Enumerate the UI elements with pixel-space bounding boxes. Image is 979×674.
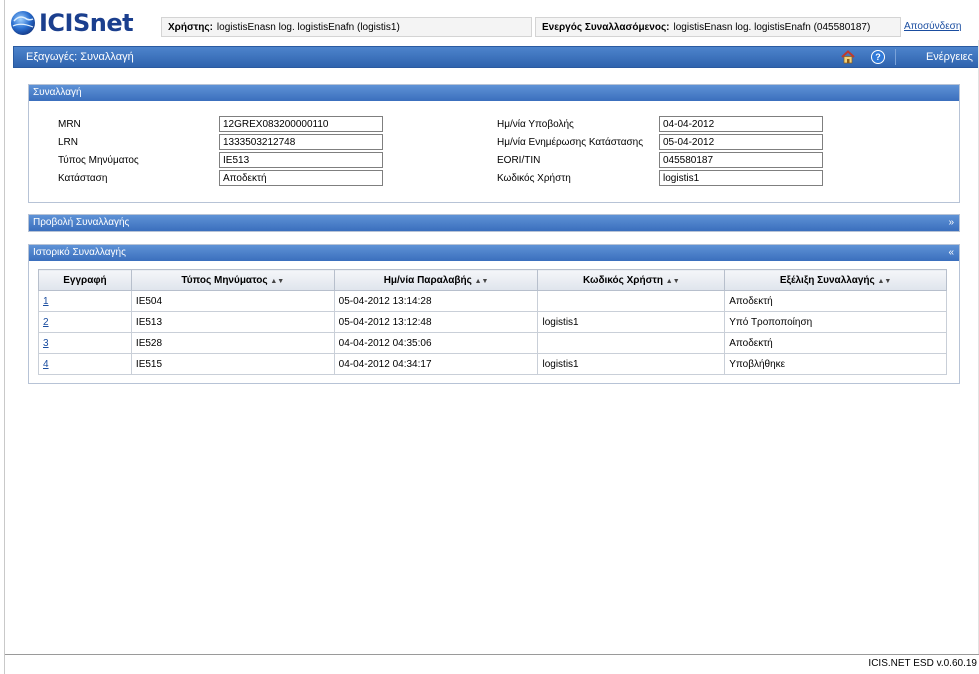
message-type-cell: IE504 bbox=[130, 290, 335, 312]
view-transaction-panel-header[interactable]: Προβολή Συναλλαγής » bbox=[29, 215, 959, 231]
status-cell: Υποβλήθηκε bbox=[724, 353, 947, 375]
active-trader-info: Ενεργός Συναλλασόμενος: logistisEnasn lo… bbox=[535, 17, 901, 37]
table-row: 4 IE515 04-04-2012 04:34:17 logistis1 Υπ… bbox=[38, 353, 947, 375]
sort-icon[interactable]: ▲▼ bbox=[270, 278, 284, 285]
status-label: Κατάσταση bbox=[58, 173, 108, 184]
record-link[interactable]: 4 bbox=[43, 359, 49, 370]
col-receive-date[interactable]: Ημ/νία Παραλαβής ▲▼ bbox=[333, 269, 539, 291]
col-transaction-status[interactable]: Εξέλιξη Συναλλαγής ▲▼ bbox=[724, 269, 947, 291]
header: ICISnet Χρήστης: logistisEnasn log. logi… bbox=[5, 0, 979, 42]
record-link[interactable]: 3 bbox=[43, 338, 49, 349]
home-icon[interactable] bbox=[841, 50, 855, 64]
record-cell: 4 bbox=[38, 353, 132, 375]
collapse-icon[interactable]: « bbox=[948, 245, 954, 261]
record-link[interactable]: 1 bbox=[43, 296, 49, 307]
col-record: Εγγραφή bbox=[38, 269, 132, 291]
history-panel-title: Ιστορικό Συναλλαγής bbox=[33, 247, 126, 258]
active-trader-label: Ενεργός Συναλλασόμενος: bbox=[542, 21, 670, 33]
update-date-field[interactable] bbox=[659, 134, 823, 150]
submit-date-field[interactable] bbox=[659, 116, 823, 132]
app-frame: ICISnet Χρήστης: logistisEnasn log. logi… bbox=[4, 0, 979, 674]
navbar-divider bbox=[895, 49, 896, 65]
table-row: 1 IE504 05-04-2012 13:14:28 Αποδεκτή bbox=[38, 290, 947, 312]
logout-link[interactable]: Αποσύνδεση bbox=[904, 21, 961, 32]
submit-date-label: Ημ/νία Υποβολής bbox=[497, 119, 574, 130]
user-value: logistisEnasn log. logistisEnafn (logist… bbox=[216, 21, 400, 33]
user-label: Χρήστης: bbox=[168, 21, 213, 33]
eori-label: EORI/TIN bbox=[497, 155, 541, 166]
mrn-field[interactable] bbox=[219, 116, 383, 132]
table-row: 2 IE513 05-04-2012 13:12:48 logistis1 Υπ… bbox=[38, 311, 947, 333]
transaction-panel: Συναλλαγή MRN LRN Τύπος Μηνύματος Κατάστ… bbox=[28, 84, 960, 203]
message-type-cell: IE515 bbox=[130, 353, 335, 375]
footer-divider bbox=[5, 654, 979, 655]
receive-date-cell: 04-04-2012 04:35:06 bbox=[333, 332, 539, 354]
version-label: ICIS.NET ESD v.0.60.19 bbox=[868, 658, 977, 669]
record-cell: 3 bbox=[38, 332, 132, 354]
user-code-field[interactable] bbox=[659, 170, 823, 186]
actions-menu[interactable]: Ενέργειες bbox=[926, 51, 973, 63]
record-link[interactable]: 2 bbox=[43, 317, 49, 328]
update-date-label: Ημ/νία Ενημέρωσης Κατάστασης bbox=[497, 137, 644, 148]
lrn-field[interactable] bbox=[219, 134, 383, 150]
lrn-label: LRN bbox=[58, 137, 79, 148]
eori-field[interactable] bbox=[659, 152, 823, 168]
logo: ICISnet bbox=[9, 8, 134, 38]
expand-icon[interactable]: » bbox=[948, 215, 954, 231]
view-transaction-panel-title: Προβολή Συναλλαγής bbox=[33, 217, 130, 228]
message-type-cell: IE528 bbox=[130, 332, 335, 354]
sort-icon[interactable]: ▲▼ bbox=[475, 278, 489, 285]
user-code-cell bbox=[537, 332, 726, 354]
col-message-type[interactable]: Τύπος Μηνύματος ▲▼ bbox=[130, 269, 335, 291]
status-field[interactable] bbox=[219, 170, 383, 186]
user-info: Χρήστης: logistisEnasn log. logistisEnaf… bbox=[161, 17, 532, 37]
record-cell: 1 bbox=[38, 290, 132, 312]
history-panel-header[interactable]: Ιστορικό Συναλλαγής « bbox=[29, 245, 959, 261]
user-code-cell: logistis1 bbox=[537, 353, 726, 375]
history-table-header: Εγγραφή Τύπος Μηνύματος ▲▼ Ημ/νία Παραλα… bbox=[38, 269, 947, 291]
message-type-cell: IE513 bbox=[130, 311, 335, 333]
status-cell: Υπό Τροποποίηση bbox=[724, 311, 947, 333]
history-table: Εγγραφή Τύπος Μηνύματος ▲▼ Ημ/νία Παραλα… bbox=[38, 269, 947, 375]
user-code-label: Κωδικός Χρήστη bbox=[497, 173, 571, 184]
user-code-cell: logistis1 bbox=[537, 311, 726, 333]
status-cell: Αποδεκτή bbox=[724, 290, 947, 312]
status-cell: Αποδεκτή bbox=[724, 332, 947, 354]
globe-logo-icon bbox=[11, 11, 35, 35]
receive-date-cell: 05-04-2012 13:14:28 bbox=[333, 290, 539, 312]
navbar: Εξαγωγές: Συναλλαγή ? Ενέργειες bbox=[13, 46, 979, 68]
view-transaction-panel: Προβολή Συναλλαγής » bbox=[28, 214, 960, 232]
transaction-panel-title: Συναλλαγή bbox=[33, 87, 82, 98]
message-type-field[interactable] bbox=[219, 152, 383, 168]
mrn-label: MRN bbox=[58, 119, 81, 130]
transaction-panel-header[interactable]: Συναλλαγή bbox=[29, 85, 959, 101]
active-trader-value: logistisEnasn log. logistisEnafn (045580… bbox=[673, 21, 871, 33]
sort-icon[interactable]: ▲▼ bbox=[878, 278, 892, 285]
message-type-label: Τύπος Μηνύματος bbox=[58, 155, 139, 166]
page-title: Εξαγωγές: Συναλλαγή bbox=[26, 51, 134, 63]
sort-icon[interactable]: ▲▼ bbox=[666, 278, 680, 285]
record-cell: 2 bbox=[38, 311, 132, 333]
history-panel: Ιστορικό Συναλλαγής « Εγγραφή Τύπος Μηνύ… bbox=[28, 244, 960, 384]
logo-text: ICISnet bbox=[39, 9, 134, 37]
col-user-code[interactable]: Κωδικός Χρήστη ▲▼ bbox=[537, 269, 726, 291]
help-icon[interactable]: ? bbox=[871, 50, 885, 64]
table-row: 3 IE528 04-04-2012 04:35:06 Αποδεκτή bbox=[38, 332, 947, 354]
user-code-cell bbox=[537, 290, 726, 312]
receive-date-cell: 05-04-2012 13:12:48 bbox=[333, 311, 539, 333]
receive-date-cell: 04-04-2012 04:34:17 bbox=[333, 353, 539, 375]
